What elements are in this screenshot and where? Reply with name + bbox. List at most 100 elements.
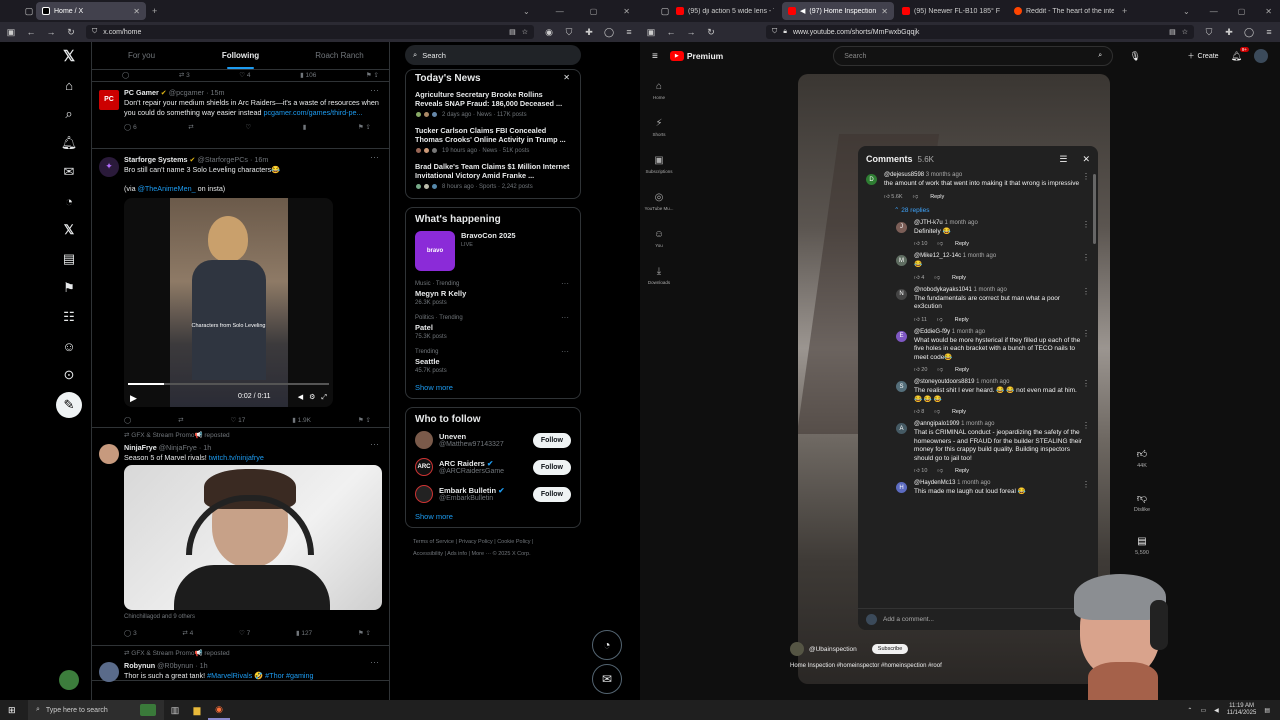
post-time[interactable]: 1h [200,661,208,670]
communities-icon[interactable]: ☷ [55,303,83,331]
reply-icon[interactable]: ◯ [122,71,129,79]
commenter-avatar[interactable]: H [896,482,907,493]
post-image[interactable] [124,465,382,611]
profile-icon[interactable]: ☺ [55,332,83,360]
dislike-icon[interactable]: 👎︎ [937,241,943,247]
comment-more-icon[interactable]: ⋮ [1082,480,1090,489]
tab-menu-icon[interactable]: ⌄ [523,7,530,16]
reply-button[interactable]: Reply [955,241,969,247]
avatar[interactable]: ARC [415,458,433,476]
grok-icon[interactable]: ◔ [55,187,83,215]
mute-icon[interactable]: ◀︎ [298,393,303,403]
video-progress-bar[interactable] [128,383,329,386]
comment-author[interactable]: @anngipalo1909 [914,421,959,427]
post-robynun[interactable]: ⇄ GFX & Stream Promo📢 reposted ··· Robyn… [92,646,389,682]
bookmark-share-icon[interactable]: ⚑ ⇪ [358,123,371,133]
repost-button[interactable]: ⇄ 4 [182,629,193,639]
video-player[interactable]: Characters from Solo Leveling ▶ 0:02 / 0… [124,198,333,408]
forward-icon[interactable]: → [686,27,696,37]
tab-youtube-2[interactable]: ◀︎(97) Home Inspection #hor✕ [782,2,894,20]
commenter-avatar[interactable]: J [896,221,907,233]
bookmark-star-icon[interactable]: ☆ [1182,28,1188,36]
footer-link[interactable]: Accessibility [413,551,443,557]
views-button[interactable]: ▮ 106 [300,71,316,79]
trend-item[interactable]: Music · Trending Megyn R Kelly 26.3K posts… [415,279,571,306]
show-more-follow-link[interactable]: Show more [415,512,571,521]
liked-by-text[interactable]: Chinchillagod and 9 others [124,613,381,623]
messages-floating-icon[interactable]: ✉ [592,664,622,694]
comment-author[interactable]: @HaydenMc13 [914,480,955,486]
messages-icon[interactable]: ✉ [55,158,83,186]
bookmark-share-icon[interactable]: ⚑ ⇪ [358,629,371,639]
menu-icon[interactable]: ≡ [624,27,634,37]
post-hashtags[interactable]: #MarvelRivals 🤣 #Thor #gaming [207,671,313,680]
sidebar-icon[interactable]: ▣ [646,27,656,38]
news-item[interactable]: Brad Dalke's Team Claims $1 Million Inte… [415,162,571,190]
bookmark-star-icon[interactable]: ☆ [522,28,528,36]
comment-author[interactable]: @JTH-k7u [914,220,943,226]
maximize-icon[interactable]: ▢ [590,7,598,16]
pcgamer-avatar[interactable]: PC [99,90,119,110]
reply-button[interactable]: Reply [955,317,969,323]
trend-item[interactable]: Trending Seattle 45.7K posts ··· [415,347,571,374]
sidebar-item-you[interactable]: ☺ You [640,226,678,263]
trend-more-icon[interactable]: ··· [561,279,569,288]
x-search-input[interactable]: ⌕ Search [405,45,581,65]
comment-more-icon[interactable]: ⋮ [1082,379,1090,388]
views-icon[interactable]: ▮ [303,123,307,133]
more-options-icon[interactable]: ··· [370,152,379,163]
more-options-icon[interactable]: ··· [370,657,379,668]
show-more-trends-link[interactable]: Show more [415,383,571,392]
tab-youtube-1[interactable]: (95) dji action 5 wide lens - You [670,2,780,20]
post-time[interactable]: 15m [210,88,224,97]
comment-more-icon[interactable]: ⋮ [1082,287,1090,296]
bookmark-share-icon[interactable]: ⚑ ⇪ [358,416,371,426]
commenter-avatar[interactable]: N [896,288,907,300]
footer-link[interactable]: Ads info [447,551,467,557]
play-icon[interactable]: ▶ [130,393,137,404]
tab-menu-icon[interactable]: ⌄ [1183,7,1190,16]
author-name[interactable]: PC Gamer [124,88,159,97]
trend-item[interactable]: Politics · Trending Patel 75.3K posts ··· [415,313,571,340]
avatar[interactable] [415,431,433,449]
comment-author[interactable]: @stoneyoutdoors8819 [914,379,974,385]
commenter-avatar[interactable]: D [866,174,877,185]
extensions-icon[interactable]: ✚ [584,27,594,38]
sidebar-icon[interactable]: ▣ [6,27,16,38]
like-button[interactable]: ♡ 4 [239,71,250,79]
post-time[interactable]: 1h [203,443,211,452]
avatar[interactable] [1254,49,1268,63]
reply-button[interactable]: Reply [955,367,969,373]
bookmark-icon[interactable]: ⚑ ⇪ [366,71,379,79]
extensions-icon[interactable]: ✚ [1224,27,1234,38]
dislike-icon[interactable]: 👎︎ [913,194,919,200]
sidebar-item-subscriptions[interactable]: ▣ Subscriptions [640,152,678,189]
post-pcgamer[interactable]: PC ··· PC Gamer ✔ @pcgamer · 15m Don't r… [92,82,389,149]
tab-list-icon[interactable]: ▢ [660,6,670,17]
author-handle[interactable]: @NinjaFrye [159,443,197,452]
follow-suggestion[interactable]: ARC ARC Raiders ✔ @ARCRaidersGame Follow [415,458,571,476]
dislike-icon[interactable]: 👎︎ [937,468,943,474]
footer-link[interactable]: Cookie Policy [497,539,530,545]
video-hashtags[interactable]: Home Inspection #homeinspector #homeinsp… [790,663,942,669]
tab-list-icon[interactable]: ▢ [24,6,34,17]
task-view-icon[interactable]: ▥ [164,700,186,720]
footer-link[interactable]: Terms of Service [413,539,454,545]
back-icon[interactable]: ← [666,27,676,37]
close-window-icon[interactable]: ✕ [623,7,630,16]
repost-button[interactable]: ⇄ 3 [179,71,190,79]
more-options-icon[interactable]: ··· [370,439,379,450]
firefox-taskbar-icon[interactable]: ◉ [208,700,230,720]
sidebar-item-home[interactable]: ⌂ Home [640,78,678,115]
avatar[interactable] [415,485,433,503]
news-item[interactable]: Tucker Carlson Claims FBI Concealed Thom… [415,126,571,154]
post-starforge[interactable]: ✦ ··· Starforge Systems ✔ @StarforgePCs … [92,149,389,428]
dislike-action[interactable]: 👎︎ Dislike [1126,492,1158,513]
tab-for-you[interactable]: For you [92,42,191,69]
like-button[interactable]: ♡ 17 [230,416,245,426]
tab-roach-ranch[interactable]: Roach Ranch [290,42,389,69]
reply-icon[interactable]: ◯ [124,416,131,426]
event-item[interactable]: bravo BravoCon 2025 LIVE [415,231,571,271]
home-icon[interactable]: ⌂ [55,71,83,99]
sidebar-item-shorts[interactable]: ⚡︎ Shorts [640,115,678,152]
